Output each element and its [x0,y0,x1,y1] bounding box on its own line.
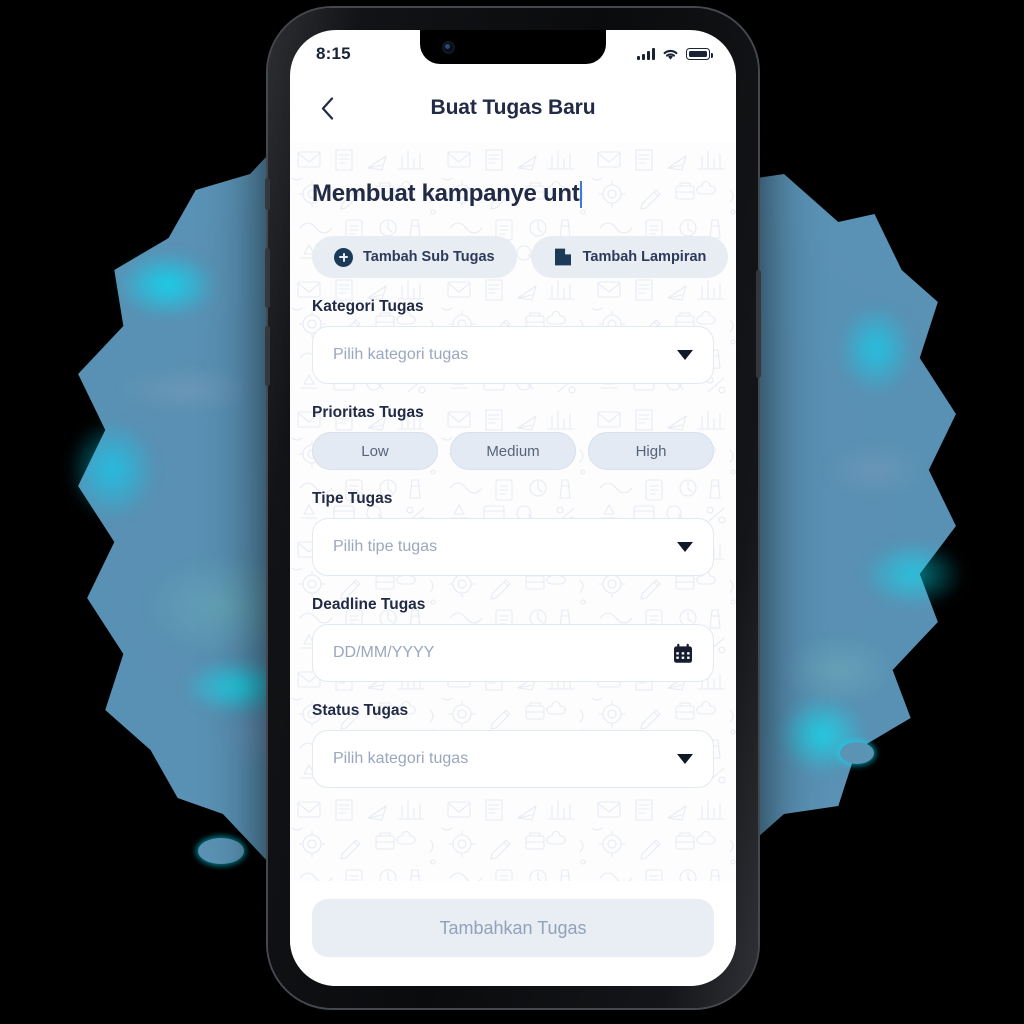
submit-task-button[interactable]: Tambahkan Tugas [312,899,714,957]
category-select[interactable]: Pilih kategori tugas [312,326,714,384]
category-placeholder: Pilih kategori tugas [333,346,469,363]
app-bar: Buat Tugas Baru [290,74,736,142]
field-group-type: Tipe Tugas Pilih tipe tugas [312,490,714,576]
add-attachment-label: Tambah Lampiran [582,249,707,265]
quick-actions-row: Tambah Sub Tugas Tambah Lampiran [312,236,729,278]
priority-option-high[interactable]: High [588,432,714,470]
field-group-category: Kategori Tugas Pilih kategori tugas [312,298,714,384]
chevron-left-icon [321,96,333,120]
wifi-icon [663,49,678,60]
page-title: Buat Tugas Baru [430,96,596,119]
status-bar-icons [637,44,713,61]
deadline-input[interactable]: DD/MM/YYYY [312,624,714,682]
text-caret [580,180,583,208]
task-title-value: Membuat kampanye unt [312,180,580,207]
status-select[interactable]: Pilih kategori tugas [312,730,714,788]
plus-circle-icon [334,247,353,267]
status-label: Status Tugas [312,702,409,719]
priority-label: Prioritas Tugas [312,404,424,421]
battery-icon [686,48,713,60]
chevron-down-icon [677,542,693,552]
task-title-input[interactable]: Membuat kampanye unt [312,174,714,214]
field-group-priority: Prioritas Tugas Low Medium High [312,404,714,470]
form-content: Membuat kampanye unt Tambah Sub Tugas Ta… [290,142,736,881]
add-subtask-button[interactable]: Tambah Sub Tugas [312,236,517,278]
deadline-placeholder: DD/MM/YYYY [333,644,435,661]
priority-option-low[interactable]: Low [312,432,438,470]
type-label: Tipe Tugas [312,490,393,507]
chevron-down-icon [677,350,693,360]
back-button[interactable] [304,85,350,131]
power-button[interactable] [756,270,761,378]
chevron-down-icon [677,754,693,764]
phone-screen: 8:15 Buat Tugas Baru Membuat kampanye un… [290,30,736,986]
calendar-icon [674,643,692,663]
add-subtask-label: Tambah Sub Tugas [363,249,495,265]
file-attachment-icon [554,248,571,266]
status-placeholder: Pilih kategori tugas [333,750,469,767]
deadline-label: Deadline Tugas [312,596,426,613]
volume-down-button[interactable] [265,326,270,386]
phone-notch [420,30,606,64]
status-bar-clock: 8:15 [316,44,351,63]
type-select[interactable]: Pilih tipe tugas [312,518,714,576]
type-placeholder: Pilih tipe tugas [333,538,438,555]
priority-options-row: Low Medium High [312,432,714,470]
footer-bar: Tambahkan Tugas [290,881,736,986]
mute-switch-button[interactable] [265,178,270,210]
field-group-deadline: Deadline Tugas DD/MM/YYYY [312,596,714,682]
field-group-status: Status Tugas Pilih kategori tugas [312,702,714,788]
phone-device-frame: 8:15 Buat Tugas Baru Membuat kampanye un… [265,8,761,1008]
category-label: Kategori Tugas [312,298,424,315]
background-island-1 [198,838,244,864]
form-body: Membuat kampanye unt Tambah Sub Tugas Ta… [290,142,736,881]
front-camera-icon [442,41,455,54]
signal-bars-icon [637,48,655,60]
background-island-2 [840,742,874,764]
volume-up-button[interactable] [265,248,270,308]
priority-option-medium[interactable]: Medium [450,432,576,470]
add-attachment-button[interactable]: Tambah Lampiran [530,236,729,278]
